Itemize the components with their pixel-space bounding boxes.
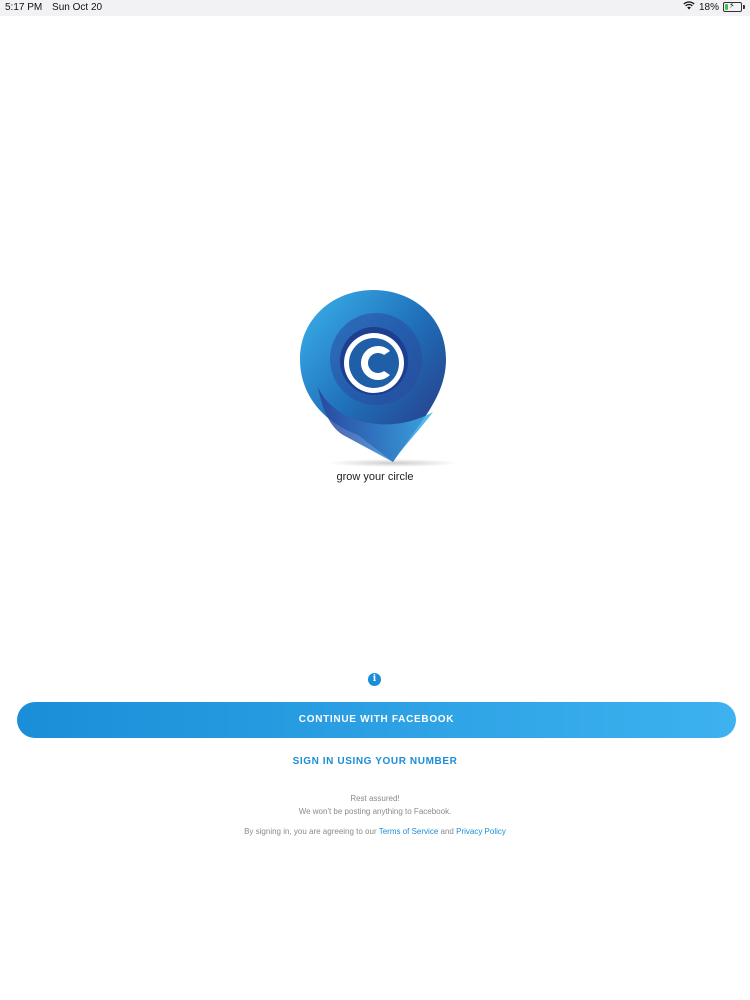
status-date: Sun Oct 20 [52, 2, 103, 13]
battery-fill [725, 4, 728, 10]
battery-percent: 18% [698, 1, 719, 13]
reassurance-note: Rest assured! We won't be posting anythi… [0, 792, 750, 818]
terms-line: By signing in, you are agreeing to our T… [0, 827, 750, 836]
privacy-policy-link[interactable]: Privacy Policy [456, 827, 506, 836]
battery-tip [743, 5, 745, 9]
charging-bolt-icon: ⚡ [729, 1, 735, 10]
wifi-icon [683, 1, 695, 13]
status-time: 5:17 PM [5, 2, 43, 13]
reassurance-line-1: Rest assured! [350, 794, 400, 803]
status-bar: 5:17 PM Sun Oct 20 18% ⚡ [0, 0, 750, 16]
terms-prefix: By signing in, you are agreeing to our [244, 827, 377, 836]
continue-with-facebook-button[interactable]: CONTINUE WITH FACEBOOK [17, 702, 736, 738]
app-logo [298, 287, 458, 472]
reassurance-line-2: We won't be posting anything to Facebook… [298, 807, 452, 816]
sign-in-with-number-link[interactable]: SIGN IN USING YOUR NUMBER [0, 756, 750, 767]
tagline: grow your circle [336, 471, 414, 483]
terms-and: and [440, 827, 454, 836]
terms-of-service-link[interactable]: Terms of Service [379, 827, 439, 836]
status-left: 5:17 PM Sun Oct 20 [5, 2, 109, 13]
battery-icon: ⚡ [723, 1, 742, 12]
status-right: 18% ⚡ [683, 1, 745, 13]
info-icon[interactable]: i [368, 673, 381, 686]
